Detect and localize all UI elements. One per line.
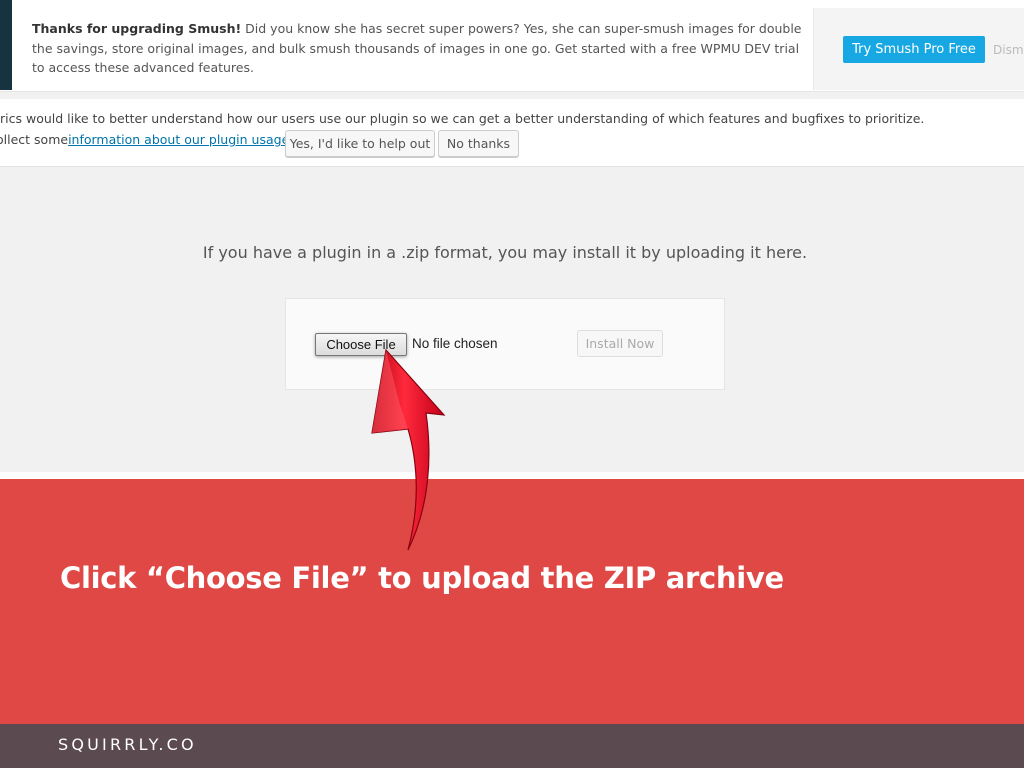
help-out-button[interactable]: Yes, I'd like to help out <box>285 130 435 157</box>
brand-logo-text: SQUIRRLY.CO <box>58 735 197 754</box>
tracking-question-prefix: ollect some <box>0 132 69 147</box>
tracking-notice-text: rics would like to better understand how… <box>0 111 925 126</box>
no-thanks-button[interactable]: No thanks <box>438 130 519 157</box>
try-smush-pro-button[interactable]: Try Smush Pro Free <box>843 36 985 63</box>
smush-notice-text: Thanks for upgrading Smush! Did you know… <box>32 19 802 78</box>
install-now-button[interactable]: Install Now <box>577 330 663 357</box>
dismiss-link[interactable]: Dism <box>993 43 1024 57</box>
tutorial-banner <box>0 479 1024 724</box>
tracking-notice-question: ollect some information about our plugin… <box>0 132 296 147</box>
tutorial-caption: Click “Choose File” to upload the ZIP ar… <box>60 561 784 595</box>
plugin-usage-link[interactable]: information about our plugin usage? <box>68 132 296 147</box>
smush-accent-bar <box>0 0 12 90</box>
upload-instructions: If you have a plugin in a .zip format, y… <box>202 243 808 262</box>
pointer-arrow-icon <box>371 348 446 551</box>
smush-notice-title: Thanks for upgrading Smush! <box>32 21 242 36</box>
section-divider <box>0 472 1024 479</box>
